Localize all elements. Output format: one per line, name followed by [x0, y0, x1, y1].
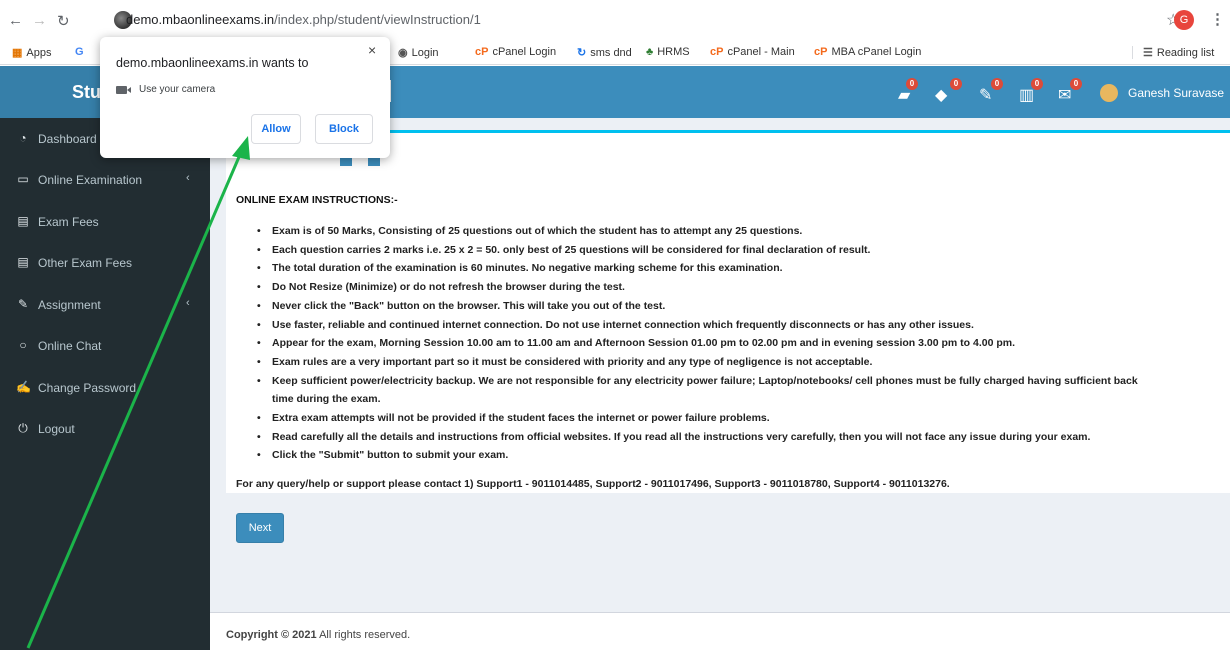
camera-icon [116, 86, 131, 94]
list-item: Click the "Submit" button to submit your… [257, 446, 1230, 465]
list-item: Keep sufficient power/electricity backup… [257, 372, 1230, 391]
bookmark-apps[interactable]: ▦ Apps [12, 46, 51, 60]
edit-icon: ✍ [16, 380, 31, 394]
list-item: Appear for the exam, Morning Session 10.… [257, 334, 1230, 353]
chevron-left-icon: ‹ [186, 172, 190, 184]
list-item: Do Not Resize (Minimize) or do not refre… [257, 278, 1230, 297]
chat-icon: ○ [19, 338, 27, 352]
support-contact: For any query/help or support please con… [236, 478, 950, 490]
sidebar-item-other-exam-fees[interactable]: ▤ Other Exam Fees [0, 242, 210, 283]
permission-title: demo.mbaonlineexams.in wants to [116, 56, 309, 70]
file-icon: ▤ [17, 255, 29, 269]
list-item: Never click the "Back" button on the bro… [257, 297, 1230, 316]
list-item: Exam is of 50 Marks, Consisting of 25 qu… [257, 222, 1230, 241]
close-icon[interactable]: × [368, 42, 376, 58]
globe-icon: ◉ [398, 47, 408, 59]
list-item: The total duration of the examination is… [257, 259, 1230, 278]
bookmark-google[interactable]: G [75, 46, 84, 58]
more-menu-icon[interactable]: ⋮ [1210, 10, 1225, 28]
envelope-icon[interactable]: ✉ [1058, 85, 1071, 105]
sidebar-item-online-examination[interactable]: ▭ Online Examination ‹ [0, 159, 210, 200]
sidebar-item-assignment[interactable]: ✎ Assignment ‹ [0, 284, 210, 325]
forward-arrow-icon[interactable]: → [32, 12, 47, 29]
reading-list-icon: ☰ [1143, 47, 1153, 59]
building-badge: 0 [1031, 78, 1043, 90]
list-item-continued: time during the exam. [272, 393, 381, 406]
sms-icon: ↻ [577, 47, 587, 59]
bookmark-login[interactable]: ◉ Login [398, 46, 439, 60]
cpanel-icon: cP [814, 46, 828, 58]
copyright-text: All rights reserved. [316, 629, 411, 641]
pencil-icon: ✎ [17, 297, 29, 311]
graduation-cap-icon[interactable]: ◆ [935, 85, 947, 105]
tree-icon: ♣ [646, 46, 654, 58]
cpanel-icon: cP [475, 46, 489, 58]
chevron-left-icon: ‹ [186, 297, 190, 309]
dashboard-icon: ◔ [19, 131, 27, 145]
bookmark-mba-cpanel-login[interactable]: cP MBA cPanel Login [814, 46, 921, 58]
footer: Copyright © 2021 All rights reserved. [210, 612, 1230, 650]
reload-icon[interactable]: ↻ [57, 12, 70, 30]
sidebar-item-exam-fees[interactable]: ▤ Exam Fees [0, 201, 210, 242]
pencil-icon[interactable]: ✎ [979, 85, 992, 105]
bookmark-hrms[interactable]: ♣ HRMS [646, 46, 690, 58]
list-item: Each question carries 2 marks i.e. 25 x … [257, 241, 1230, 260]
sidebar-item-online-chat[interactable]: ○ Online Chat [0, 325, 210, 366]
next-button[interactable]: Next [236, 513, 284, 543]
laptop-icon: ▭ [17, 172, 29, 186]
block-button[interactable]: Block [315, 114, 373, 144]
camera-permission-popup: demo.mbaonlineexams.in wants to × Use yo… [100, 37, 390, 158]
sidebar: ◔ Dashboard ▭ Online Examination ‹ ▤ Exa… [0, 118, 210, 650]
instructions-heading: ONLINE EXAM INSTRUCTIONS:- [236, 194, 398, 206]
book-badge: 0 [906, 78, 918, 90]
bookmark-cpanel-login[interactable]: cP cPanel Login [475, 46, 556, 58]
bookmark-cpanel-main[interactable]: cP cPanel - Main [710, 46, 795, 58]
reading-list[interactable]: ☰ Reading list [1132, 46, 1214, 59]
list-item: Exam rules are a very important part so … [257, 353, 1230, 372]
envelope-badge: 0 [1070, 78, 1082, 90]
pencil-badge: 0 [991, 78, 1003, 90]
url-host: demo.mbaonlineexams.in [126, 12, 275, 27]
copyright-year: Copyright © 2021 [226, 629, 317, 641]
power-icon: ⏻ [18, 421, 28, 435]
list-item: Use faster, reliable and continued inter… [257, 316, 1230, 335]
permission-request: Use your camera [139, 84, 216, 95]
instructions-list: Exam is of 50 Marks, Consisting of 25 qu… [257, 222, 1230, 465]
bookmark-sms-dnd[interactable]: ↻ sms dnd [577, 46, 632, 60]
back-arrow-icon[interactable]: ← [8, 12, 23, 29]
browser-toolbar: ← → ↻ demo.mbaonlineexams.in/index.php/s… [0, 0, 1230, 41]
sidebar-item-change-password[interactable]: ✍ Change Password [0, 367, 210, 408]
user-avatar[interactable] [1100, 84, 1118, 102]
user-name[interactable]: Ganesh Suravase [1128, 86, 1224, 100]
apps-grid-icon: ▦ [12, 47, 23, 59]
cpanel-icon: cP [710, 46, 724, 58]
url-path: /index.php/student/viewInstruction/1 [274, 12, 481, 27]
file-icon: ▤ [17, 214, 29, 228]
list-item: Extra exam attempts will not be provided… [257, 409, 1230, 428]
graduation-badge: 0 [950, 78, 962, 90]
profile-avatar[interactable]: G [1174, 10, 1194, 30]
list-item: Read carefully all the details and instr… [257, 428, 1230, 447]
address-bar[interactable]: demo.mbaonlineexams.in/index.php/student… [112, 8, 1162, 34]
allow-button[interactable]: Allow [251, 114, 301, 144]
sidebar-item-logout[interactable]: ⏻ Logout [0, 408, 210, 449]
google-icon: G [75, 46, 84, 58]
